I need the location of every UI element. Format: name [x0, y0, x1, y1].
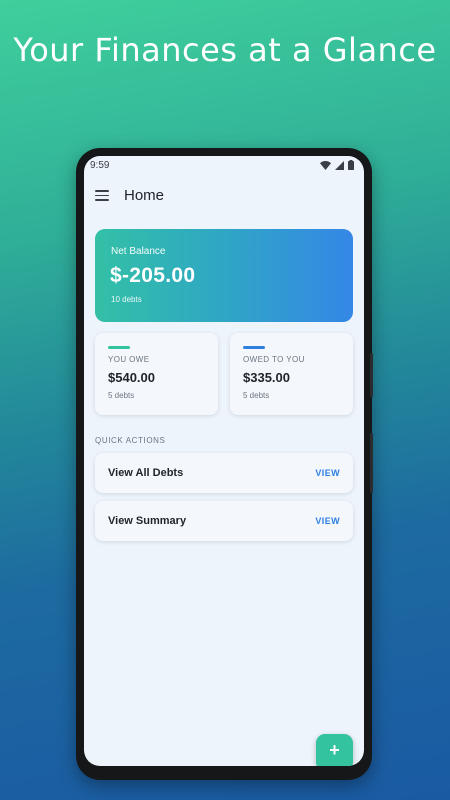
net-balance-amount: $-205.00: [110, 264, 196, 287]
you-owe-card[interactable]: YOU OWE $540.00 5 debts: [95, 333, 218, 415]
promo-headline: Your Finances at a Glance: [13, 31, 437, 69]
power-button: [370, 353, 373, 397]
page-title: Home: [124, 187, 165, 204]
you-owe-accent-bar: [108, 346, 130, 349]
net-balance-card[interactable]: Net Balance $-205.00 10 debts: [95, 229, 353, 322]
owed-to-you-label: OWED TO YOU: [243, 355, 305, 364]
view-all-debts-action[interactable]: View All Debts VIEW: [95, 453, 353, 493]
owed-to-you-debt-count: 5 debts: [243, 391, 270, 400]
owed-to-you-accent-bar: [243, 346, 265, 349]
app-bar: Home: [84, 178, 364, 218]
view-all-debts-button[interactable]: VIEW: [315, 468, 340, 478]
quick-actions-header: QUICK ACTIONS: [95, 436, 166, 445]
view-summary-label: View Summary: [108, 515, 187, 527]
status-time: 9:59: [90, 160, 110, 171]
net-balance-debt-count: 10 debts: [111, 295, 142, 304]
add-debt-fab[interactable]: +: [316, 734, 353, 766]
app-screen: 9:59 Home Net Balance $-205.00 10 debts …: [84, 156, 364, 766]
battery-icon: [348, 160, 354, 170]
hamburger-menu-icon[interactable]: [95, 190, 109, 201]
you-owe-debt-count: 5 debts: [108, 391, 135, 400]
plus-icon: +: [329, 740, 340, 760]
view-summary-button[interactable]: VIEW: [315, 516, 340, 526]
signal-icon: [335, 160, 344, 170]
owed-to-you-card[interactable]: OWED TO YOU $335.00 5 debts: [230, 333, 353, 415]
you-owe-amount: $540.00: [108, 370, 155, 385]
net-balance-label: Net Balance: [111, 246, 166, 257]
view-summary-action[interactable]: View Summary VIEW: [95, 501, 353, 541]
status-bar: 9:59: [84, 156, 364, 176]
volume-button: [370, 433, 373, 493]
owed-to-you-amount: $335.00: [243, 370, 290, 385]
wifi-icon: [320, 160, 331, 170]
you-owe-label: YOU OWE: [108, 355, 150, 364]
view-all-debts-label: View All Debts: [108, 467, 184, 479]
